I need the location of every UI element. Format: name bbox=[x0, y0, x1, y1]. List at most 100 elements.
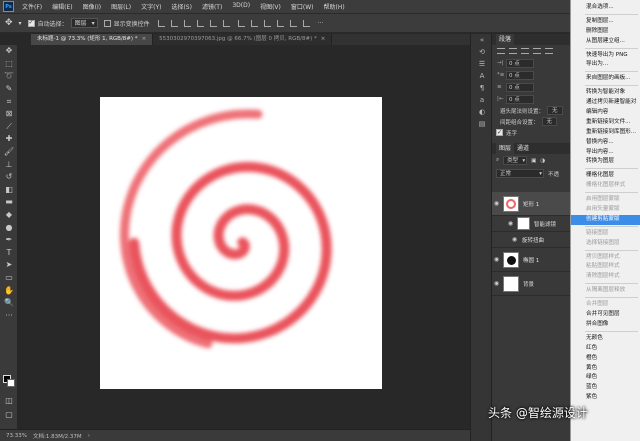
quick-select-tool-icon[interactable]: ✎ bbox=[0, 83, 18, 96]
tab-paragraph[interactable]: 段落 bbox=[496, 34, 515, 45]
context-menu-item[interactable]: 来自图层的画板... bbox=[571, 74, 640, 84]
layer-name[interactable]: 旋转扭曲 bbox=[522, 236, 544, 244]
context-menu-item[interactable]: 紫色 bbox=[571, 393, 640, 403]
indent-right-input[interactable]: 0 点 bbox=[506, 94, 534, 104]
visibility-eye-icon[interactable]: ◉ bbox=[510, 236, 519, 243]
distribute-center-icon[interactable] bbox=[289, 19, 297, 27]
layer-name[interactable]: 椭圆 1 bbox=[523, 256, 539, 264]
context-menu-item[interactable]: 导出为... bbox=[571, 60, 640, 70]
pen-tool-icon[interactable]: ✒ bbox=[0, 234, 18, 247]
context-menu-item[interactable]: 转换为智能对象 bbox=[571, 88, 640, 98]
layer-name[interactable]: 矩形 1 bbox=[523, 200, 539, 208]
context-menu-item[interactable]: 复制图层... bbox=[571, 17, 640, 27]
context-menu-item[interactable]: 重新链接到文件... bbox=[571, 118, 640, 128]
tab-untitled-1[interactable]: 未标题-1 @ 73.3% (矩形 1, RGB/8#) * × bbox=[31, 34, 154, 45]
quick-mask-icon[interactable]: ◫ bbox=[0, 395, 18, 408]
align-center-icon[interactable] bbox=[509, 48, 517, 54]
libraries-panel-icon[interactable]: ▤ bbox=[471, 118, 493, 130]
context-menu-item[interactable]: 合并可见图层 bbox=[571, 310, 640, 320]
menu-item[interactable]: 文字(Y) bbox=[136, 2, 166, 11]
screen-mode-icon[interactable]: ▢ bbox=[0, 409, 18, 422]
layer-name[interactable]: 背景 bbox=[523, 280, 534, 288]
filter-adjust-icon[interactable]: ◑ bbox=[540, 158, 545, 164]
avoid-rule-dropdown[interactable]: 无 bbox=[547, 106, 563, 115]
align-middle-icon[interactable] bbox=[170, 19, 178, 27]
filter-pixel-icon[interactable]: ▣ bbox=[531, 158, 536, 164]
indent-left-input[interactable]: 0 点 bbox=[506, 58, 534, 68]
distribute-left-icon[interactable] bbox=[276, 19, 284, 27]
blend-mode-dropdown[interactable]: 正常 bbox=[496, 169, 544, 178]
hyphenate-checkbox[interactable]: ✓ bbox=[496, 129, 503, 136]
tab-jpg-document[interactable]: 5530302970397063.jpg @ 66.7% (图层 0 拷贝, R… bbox=[153, 34, 333, 45]
shape-tool-icon[interactable]: ▭ bbox=[0, 272, 18, 285]
context-menu-item[interactable]: 快速导出为 PNG bbox=[571, 51, 640, 61]
indent-first-input[interactable]: 0 点 bbox=[506, 70, 534, 80]
brush-tool-icon[interactable]: 🖌 bbox=[0, 146, 18, 159]
layer-name[interactable]: 智能滤镜 bbox=[534, 220, 556, 228]
context-menu-item[interactable]: 从图层建立组... bbox=[571, 37, 640, 47]
menu-item[interactable]: 视图(V) bbox=[255, 2, 286, 11]
blur-tool-icon[interactable]: ◆ bbox=[0, 209, 18, 222]
menu-item[interactable]: 图像(I) bbox=[78, 2, 106, 11]
history-brush-icon[interactable]: ↺ bbox=[0, 171, 18, 184]
tab-layers[interactable]: 图层 bbox=[496, 143, 515, 154]
context-menu-item[interactable]: 重新链接到库图形... bbox=[571, 128, 640, 138]
context-menu-item[interactable]: 编辑内容 bbox=[571, 108, 640, 118]
path-select-tool-icon[interactable]: ➤ bbox=[0, 259, 18, 272]
align-left-icon[interactable] bbox=[196, 19, 204, 27]
show-transform-option[interactable]: 显示变换控件 bbox=[103, 19, 150, 28]
auto-select-checkbox[interactable]: ✓ bbox=[27, 19, 35, 27]
gradient-tool-icon[interactable]: ▬ bbox=[0, 196, 18, 209]
character-panel-icon[interactable]: A bbox=[471, 70, 493, 82]
distribute-right-icon[interactable] bbox=[302, 19, 310, 27]
crop-tool-icon[interactable]: ⌗ bbox=[0, 95, 18, 108]
layer-thumbnail[interactable] bbox=[503, 251, 519, 268]
filter-mask-thumbnail[interactable] bbox=[517, 217, 530, 230]
spacing-rule-dropdown[interactable]: 无 bbox=[541, 117, 558, 126]
move-tool-icon[interactable]: ✥ bbox=[0, 45, 18, 58]
more-options-icon[interactable]: ··· bbox=[318, 20, 324, 27]
collapse-icon[interactable]: « bbox=[471, 34, 493, 46]
photoshop-logo[interactable]: Ps bbox=[3, 1, 14, 12]
justify-last-left-icon[interactable] bbox=[533, 48, 541, 54]
more-tools-icon[interactable]: ··· bbox=[0, 309, 18, 322]
layer-thumbnail[interactable] bbox=[503, 275, 519, 292]
layer-thumbnail[interactable] bbox=[503, 195, 519, 212]
lasso-tool-icon[interactable]: ➰ bbox=[0, 70, 18, 83]
healing-brush-icon[interactable]: ✚ bbox=[0, 133, 18, 146]
tool-preset-dropdown[interactable]: ▾ bbox=[19, 20, 22, 27]
show-transform-checkbox[interactable] bbox=[103, 19, 111, 27]
align-bottom-icon[interactable] bbox=[183, 19, 191, 27]
visibility-eye-icon[interactable]: ◉ bbox=[492, 280, 501, 287]
distribute-top-icon[interactable] bbox=[237, 19, 245, 27]
context-menu-item[interactable]: 绿色 bbox=[571, 373, 640, 383]
context-menu-item[interactable]: 黄色 bbox=[571, 364, 640, 374]
context-menu-item[interactable]: 拼合图像 bbox=[571, 320, 640, 330]
context-menu-item[interactable]: 导出内容... bbox=[571, 148, 640, 158]
glyphs-panel-icon[interactable]: a bbox=[471, 94, 493, 106]
context-menu-item[interactable]: 混合选项... bbox=[571, 3, 640, 13]
layer-ellipse-1[interactable]: ◉ 椭圆 1 bbox=[492, 248, 570, 272]
background-color-swatch[interactable] bbox=[7, 379, 15, 387]
context-menu-item[interactable]: 红色 bbox=[571, 344, 640, 354]
stamp-tool-icon[interactable]: ⊥ bbox=[0, 158, 18, 171]
menu-item[interactable]: 图层(L) bbox=[106, 2, 136, 11]
menu-item[interactable]: 文件(F) bbox=[17, 2, 47, 11]
menu-item[interactable]: 3D(D) bbox=[227, 2, 255, 11]
eyedropper-tool-icon[interactable]: ⟋ bbox=[0, 121, 18, 134]
document-size[interactable]: 文档:1.83M/2.37M bbox=[33, 432, 82, 440]
close-icon[interactable]: × bbox=[142, 36, 147, 42]
layer-background[interactable]: ◉ 背景 bbox=[492, 272, 570, 296]
distribute-middle-icon[interactable] bbox=[250, 19, 258, 27]
align-center-icon[interactable] bbox=[209, 19, 217, 27]
visibility-eye-icon[interactable]: ◉ bbox=[492, 256, 501, 263]
eraser-tool-icon[interactable]: ◧ bbox=[0, 184, 18, 197]
context-menu-item[interactable]: 创建剪贴蒙版 bbox=[571, 214, 640, 225]
menu-item[interactable]: 滤镜(T) bbox=[197, 2, 227, 11]
dodge-tool-icon[interactable]: ● bbox=[0, 221, 18, 234]
align-left-icon[interactable] bbox=[497, 48, 505, 54]
marquee-tool-icon[interactable]: ⬚ bbox=[0, 58, 18, 71]
context-menu-item[interactable]: 栅格化图层 bbox=[571, 171, 640, 181]
context-menu-item[interactable]: 橙色 bbox=[571, 354, 640, 364]
hyphenate-row[interactable]: ✓ 连字 bbox=[492, 127, 570, 138]
